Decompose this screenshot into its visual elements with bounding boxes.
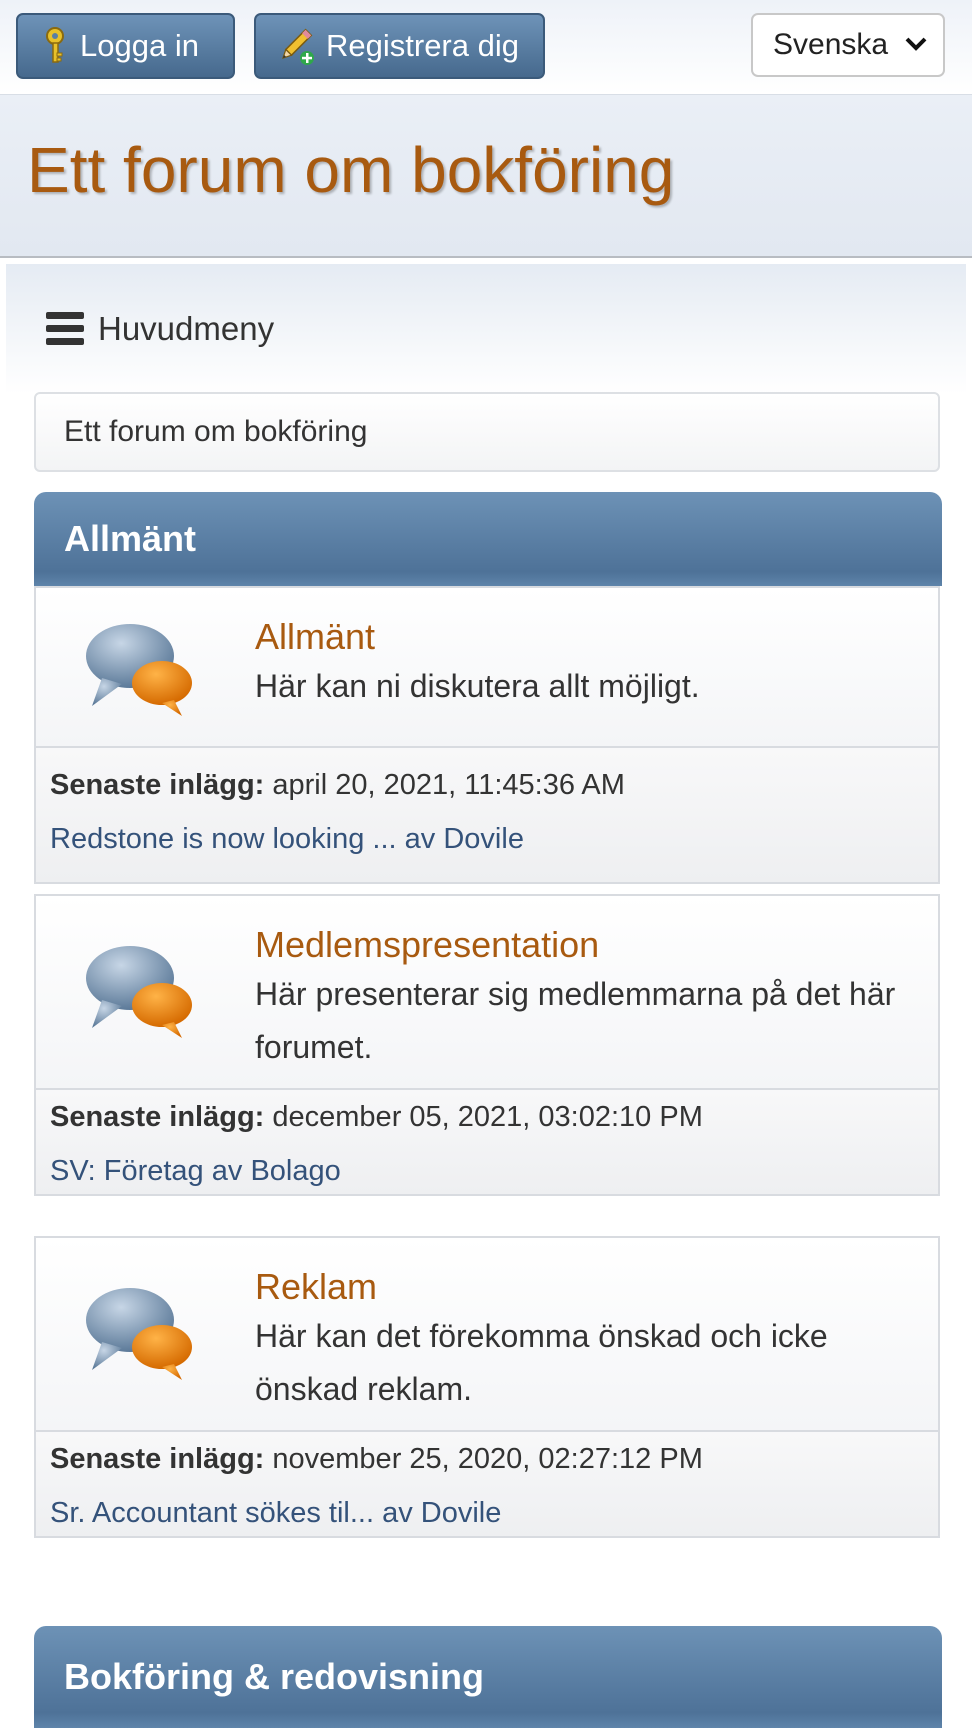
breadcrumb-item[interactable]: Ett forum om bokföring — [64, 415, 367, 449]
key-icon — [40, 26, 70, 66]
board-description: Här kan ni diskutera allt möjligt. — [255, 668, 700, 704]
board-name-link[interactable]: Medlemspresentation — [255, 922, 915, 968]
last-post-info: SV: Företag av Bolago — [50, 1144, 938, 1198]
main-menu-toggle[interactable]: Huvudmeny — [46, 310, 274, 348]
last-post-label: Senaste inlägg: — [50, 1443, 265, 1475]
board-last-post: Senaste inlägg: november 25, 2020, 02:27… — [36, 1432, 938, 1536]
board-item: Allmänt Här kan ni diskutera allt möjlig… — [34, 586, 940, 884]
last-post-by: av — [382, 1497, 413, 1529]
main-content: Huvudmeny Ett forum om bokföring Allmänt — [6, 264, 966, 1728]
main-menu-label: Huvudmeny — [98, 310, 275, 347]
top-bar: Logga in Registrera dig Svenska — [0, 0, 972, 94]
category-title: Bokföring & redovisning — [64, 1656, 485, 1697]
board-text: Medlemspresentation Här presenterar sig … — [255, 922, 915, 1074]
board-text: Reklam Här kan det förekomma önskad och … — [255, 1264, 915, 1416]
last-post-by: av — [211, 1155, 243, 1187]
last-post-label: Senaste inlägg: — [50, 1101, 265, 1133]
category-header[interactable]: Bokföring & redovisning — [34, 1626, 942, 1728]
speech-bubbles-icon — [82, 618, 202, 723]
board-item: Reklam Här kan det förekomma önskad och … — [34, 1236, 940, 1538]
board-description: Här kan det förekomma önskad och icke ön… — [255, 1318, 828, 1407]
register-button[interactable]: Registrera dig — [254, 13, 545, 79]
last-post-date: november 25, 2020, 02:27:12 PM — [272, 1443, 703, 1475]
forum-title[interactable]: Ett forum om bokföring — [27, 133, 674, 207]
chevron-down-icon — [903, 31, 929, 65]
board-last-post: Senaste inlägg: december 05, 2021, 03:02… — [36, 1090, 938, 1194]
last-post-line: Senaste inlägg: november 25, 2020, 02:27… — [50, 1432, 938, 1486]
board-name-link[interactable]: Allmänt — [255, 614, 915, 660]
board-name-link[interactable]: Reklam — [255, 1264, 915, 1310]
last-post-author-link[interactable]: Dovile — [421, 1497, 502, 1529]
category-header[interactable]: Allmänt — [34, 492, 942, 586]
speech-bubbles-icon — [82, 940, 202, 1045]
last-post-author-link[interactable]: Bolago — [250, 1155, 340, 1187]
board-main: Reklam Här kan det förekomma önskad och … — [36, 1238, 938, 1432]
last-post-line: Senaste inlägg: december 05, 2021, 03:02… — [50, 1090, 938, 1144]
login-button[interactable]: Logga in — [16, 13, 235, 79]
board-description: Här presenterar sig medlemmarna på det h… — [255, 976, 896, 1065]
last-post-author-link[interactable]: Dovile — [443, 823, 524, 855]
pencil-plus-icon — [274, 25, 316, 67]
last-post-date: december 05, 2021, 03:02:10 PM — [272, 1101, 703, 1133]
last-post-label: Senaste inlägg: — [50, 769, 265, 801]
last-post-topic-link[interactable]: Sr. Accountant sökes til... — [50, 1497, 374, 1529]
last-post-line: Senaste inlägg: april 20, 2021, 11:45:36… — [50, 758, 938, 812]
register-label: Registrera dig — [326, 28, 519, 63]
hamburger-icon — [46, 312, 84, 346]
login-label: Logga in — [80, 28, 199, 63]
board-item: Medlemspresentation Här presenterar sig … — [34, 894, 940, 1196]
language-select[interactable]: Svenska — [751, 13, 945, 77]
last-post-date: april 20, 2021, 11:45:36 AM — [272, 769, 625, 801]
language-value: Svenska — [773, 28, 889, 61]
last-post-info: Redstone is now looking ... av Dovile — [50, 812, 938, 866]
board-main: Medlemspresentation Här presenterar sig … — [36, 896, 938, 1090]
site-header: Ett forum om bokföring — [0, 94, 972, 258]
board-main: Allmänt Här kan ni diskutera allt möjlig… — [36, 588, 938, 748]
last-post-topic-link[interactable]: Redstone is now looking ... — [50, 823, 397, 855]
board-text: Allmänt Här kan ni diskutera allt möjlig… — [255, 614, 915, 713]
last-post-topic-link[interactable]: SV: Företag — [50, 1155, 204, 1187]
speech-bubbles-icon — [82, 1282, 202, 1387]
board-last-post: Senaste inlägg: april 20, 2021, 11:45:36… — [36, 748, 938, 882]
category-title: Allmänt — [64, 518, 197, 559]
last-post-by: av — [404, 823, 436, 855]
last-post-info: Sr. Accountant sökes til... av Dovile — [50, 1486, 938, 1540]
breadcrumb: Ett forum om bokföring — [34, 392, 940, 472]
